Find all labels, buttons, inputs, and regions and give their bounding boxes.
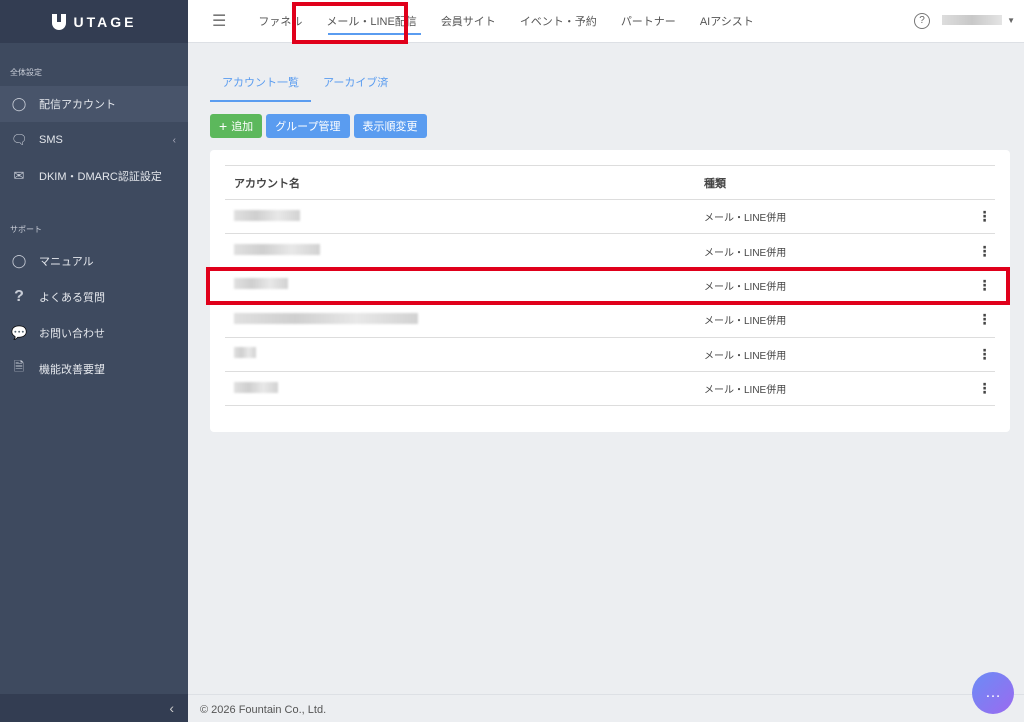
nav-event[interactable]: イベント・予約 xyxy=(508,0,609,43)
chevron-left-icon: ‹ xyxy=(173,135,176,146)
more-icon[interactable]: ⋮ xyxy=(965,303,995,337)
document-icon: 🗎 xyxy=(11,358,27,380)
menu-icon[interactable]: ☰ xyxy=(212,11,226,31)
label: よくある質問 xyxy=(39,289,105,305)
account-name-redacted[interactable] xyxy=(234,244,320,255)
user-menu[interactable] xyxy=(942,15,1002,25)
sidebar-item-sms[interactable]: 🗨 SMS ‹ xyxy=(0,122,188,158)
table-row[interactable]: メール・LINE併用⋮ xyxy=(225,371,995,405)
label: 追加 xyxy=(231,118,253,134)
plus-icon: + xyxy=(219,118,227,134)
label: DKIM・DMARC認証設定 xyxy=(39,168,162,184)
sidebar-item-manual[interactable]: ◯ マニュアル xyxy=(0,243,188,279)
mail-icon: ✉ xyxy=(11,168,27,184)
sidebar-item-accounts[interactable]: ◯ 配信アカウント xyxy=(0,86,188,122)
tab-archived[interactable]: アーカイブ済 xyxy=(311,68,400,102)
label: お問い合わせ xyxy=(39,325,105,341)
label: SMS xyxy=(39,134,63,146)
add-button[interactable]: +追加 xyxy=(210,114,262,138)
col-type: 種類 xyxy=(695,166,965,200)
sidebar-item-feedback[interactable]: 🗎 機能改善要望 xyxy=(0,351,188,387)
col-account-name: アカウント名 xyxy=(225,166,695,200)
account-name-redacted[interactable] xyxy=(234,382,278,393)
user-icon: ◯ xyxy=(11,96,27,112)
logo[interactable]: UTAGE xyxy=(0,0,188,43)
account-name-redacted[interactable] xyxy=(234,313,418,324)
col-actions xyxy=(965,166,995,200)
sidebar: UTAGE 全体設定 ◯ 配信アカウント 🗨 SMS ‹ ✉ DKIM・DMARC認証設… xyxy=(0,0,188,722)
caret-down-icon[interactable]: ▼ xyxy=(1007,16,1015,25)
user-icon: ◯ xyxy=(11,253,27,269)
account-name-redacted[interactable] xyxy=(234,347,256,358)
table-row[interactable]: メール・LINE併用⋮ xyxy=(225,200,995,234)
highlight-box xyxy=(292,2,408,44)
more-icon[interactable]: ⋮ xyxy=(965,200,995,234)
footer: © 2026 Fountain Co., Ltd. xyxy=(188,694,1024,722)
nav-ai-assist[interactable]: AIアシスト xyxy=(688,0,766,43)
more-icon[interactable]: ⋮ xyxy=(965,371,995,405)
more-icon[interactable]: ⋮ xyxy=(965,234,995,268)
type-cell: メール・LINE併用 xyxy=(695,200,965,234)
type-cell: メール・LINE併用 xyxy=(695,234,965,268)
sidebar-item-contact[interactable]: 💬 お問い合わせ xyxy=(0,315,188,351)
group-manage-button[interactable]: グループ管理 xyxy=(266,114,349,138)
type-cell: メール・LINE併用 xyxy=(695,303,965,337)
section-label: 全体設定 xyxy=(0,43,188,86)
chat-icon: 💬 xyxy=(11,325,27,341)
collapse-sidebar-button[interactable]: ‹ xyxy=(0,694,188,722)
label: 機能改善要望 xyxy=(39,361,105,377)
tab-account-list[interactable]: アカウント一覧 xyxy=(210,68,311,102)
utage-logo-icon xyxy=(52,14,66,30)
sidebar-item-faq[interactable]: ? よくある質問 xyxy=(0,279,188,315)
table-row[interactable]: メール・LINE併用⋮ xyxy=(225,303,995,337)
question-icon: ? xyxy=(11,288,27,306)
section-label: サポート xyxy=(0,194,188,243)
label: 配信アカウント xyxy=(39,96,116,112)
help-icon[interactable]: ? xyxy=(914,13,930,29)
nav-member-site[interactable]: 会員サイト xyxy=(429,0,508,43)
label: マニュアル xyxy=(39,253,94,269)
chat-widget-button[interactable]: … xyxy=(972,672,1014,714)
sidebar-item-dkim[interactable]: ✉ DKIM・DMARC認証設定 xyxy=(0,158,188,194)
nav-partner[interactable]: パートナー xyxy=(609,0,688,43)
chat-bubble-icon: 🗨 xyxy=(11,132,27,148)
account-name-redacted[interactable] xyxy=(234,210,300,221)
table-row[interactable]: メール・LINE併用⋮ xyxy=(225,234,995,268)
more-icon[interactable]: ⋮ xyxy=(965,337,995,371)
reorder-button[interactable]: 表示順変更 xyxy=(354,114,427,138)
type-cell: メール・LINE併用 xyxy=(695,371,965,405)
highlight-box xyxy=(206,267,1010,305)
table-row[interactable]: メール・LINE併用⋮ xyxy=(225,337,995,371)
type-cell: メール・LINE併用 xyxy=(695,337,965,371)
brand-name: UTAGE xyxy=(74,14,137,30)
